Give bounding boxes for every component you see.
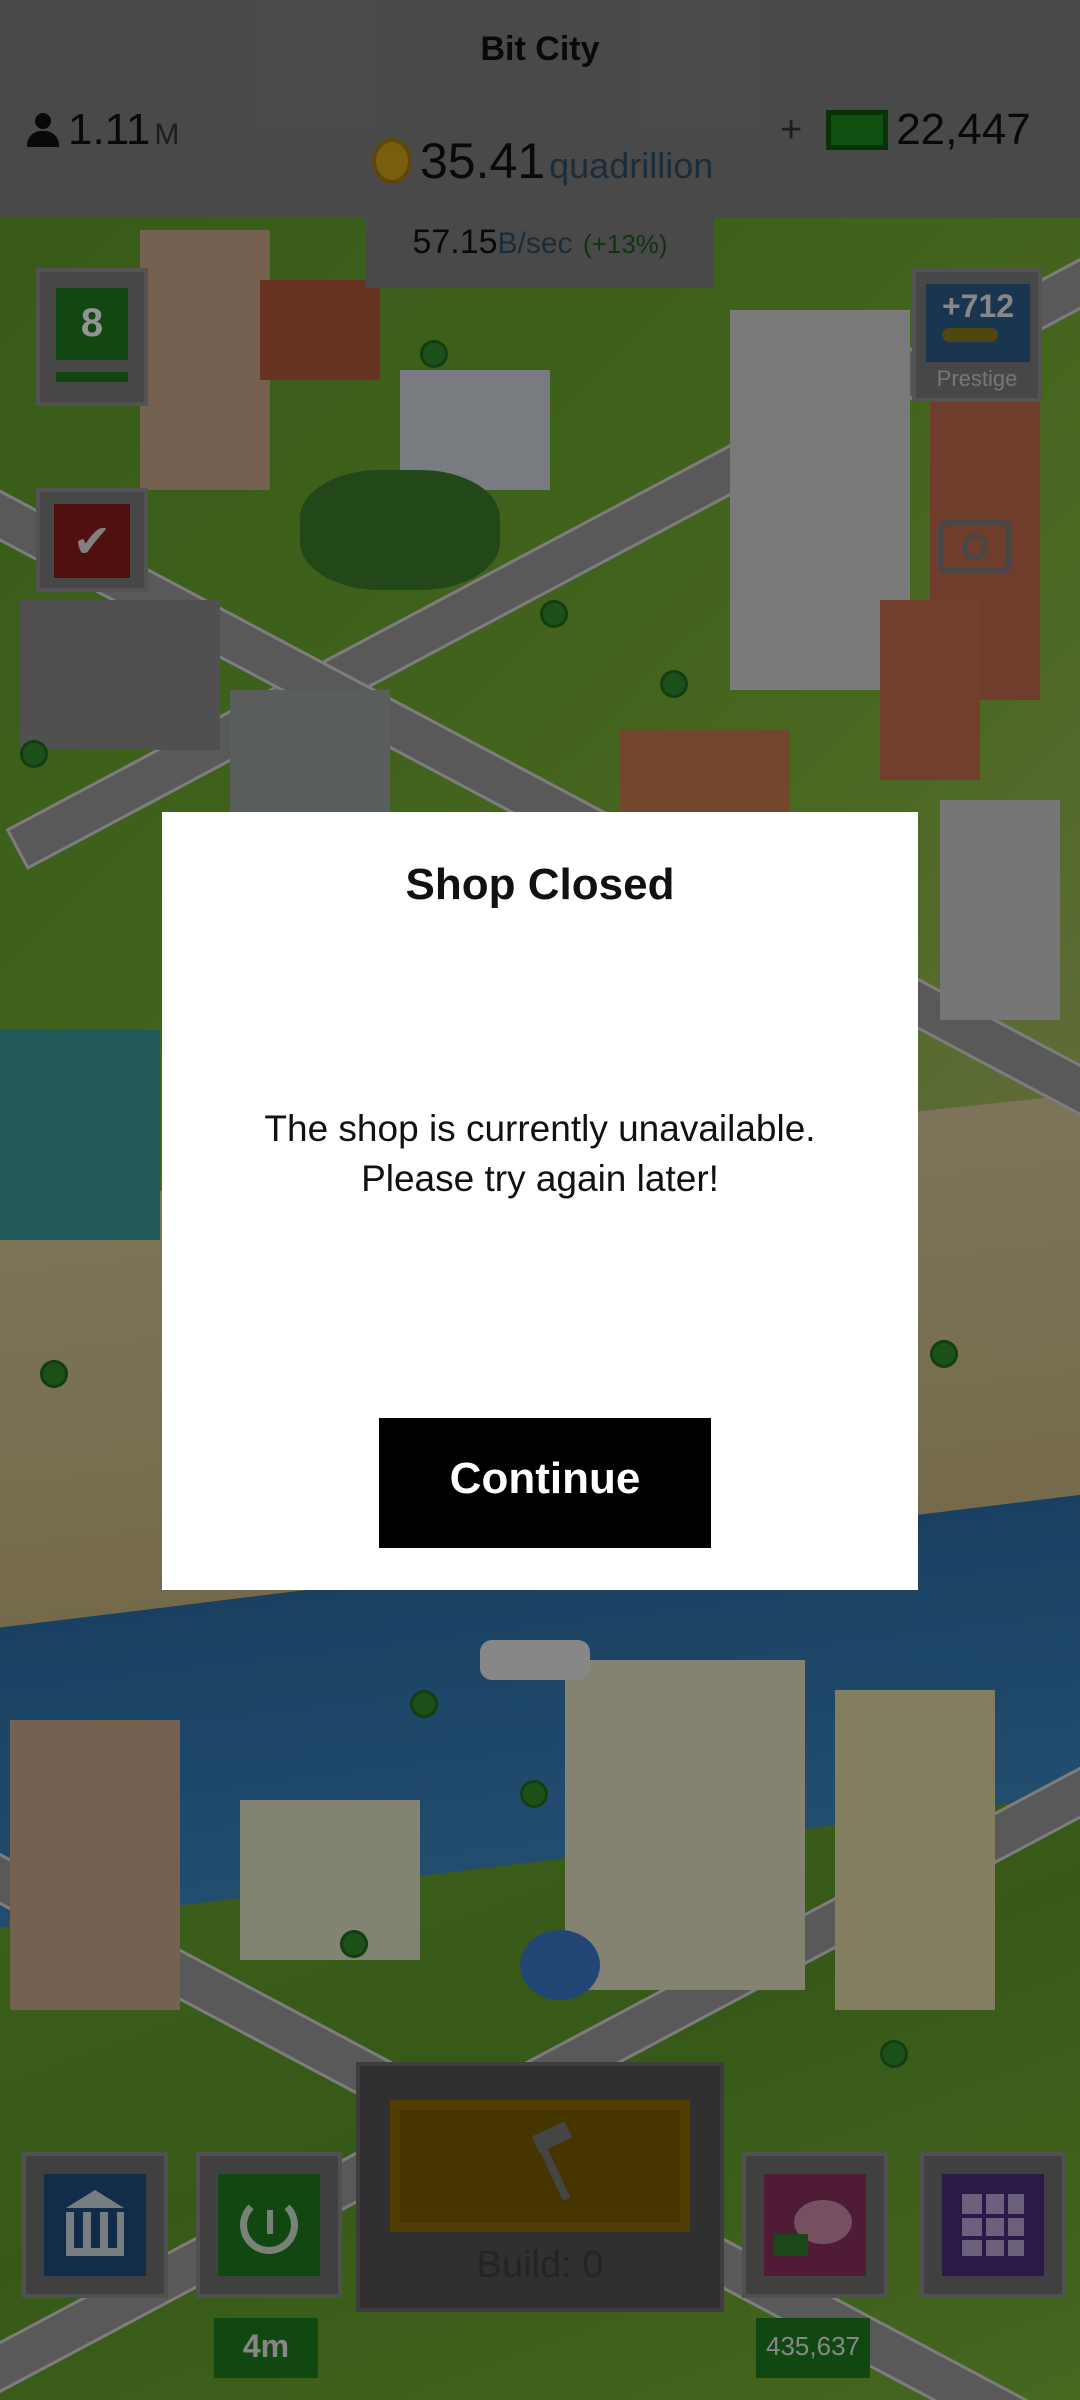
- dialog-message-line1: The shop is currently unavailable.: [264, 1108, 816, 1149]
- shop-closed-dialog: Shop Closed The shop is currently unavai…: [162, 812, 918, 1590]
- continue-button[interactable]: Continue: [379, 1418, 711, 1548]
- dialog-title: Shop Closed: [405, 860, 675, 909]
- dialog-message-line2: Please try again later!: [361, 1158, 719, 1199]
